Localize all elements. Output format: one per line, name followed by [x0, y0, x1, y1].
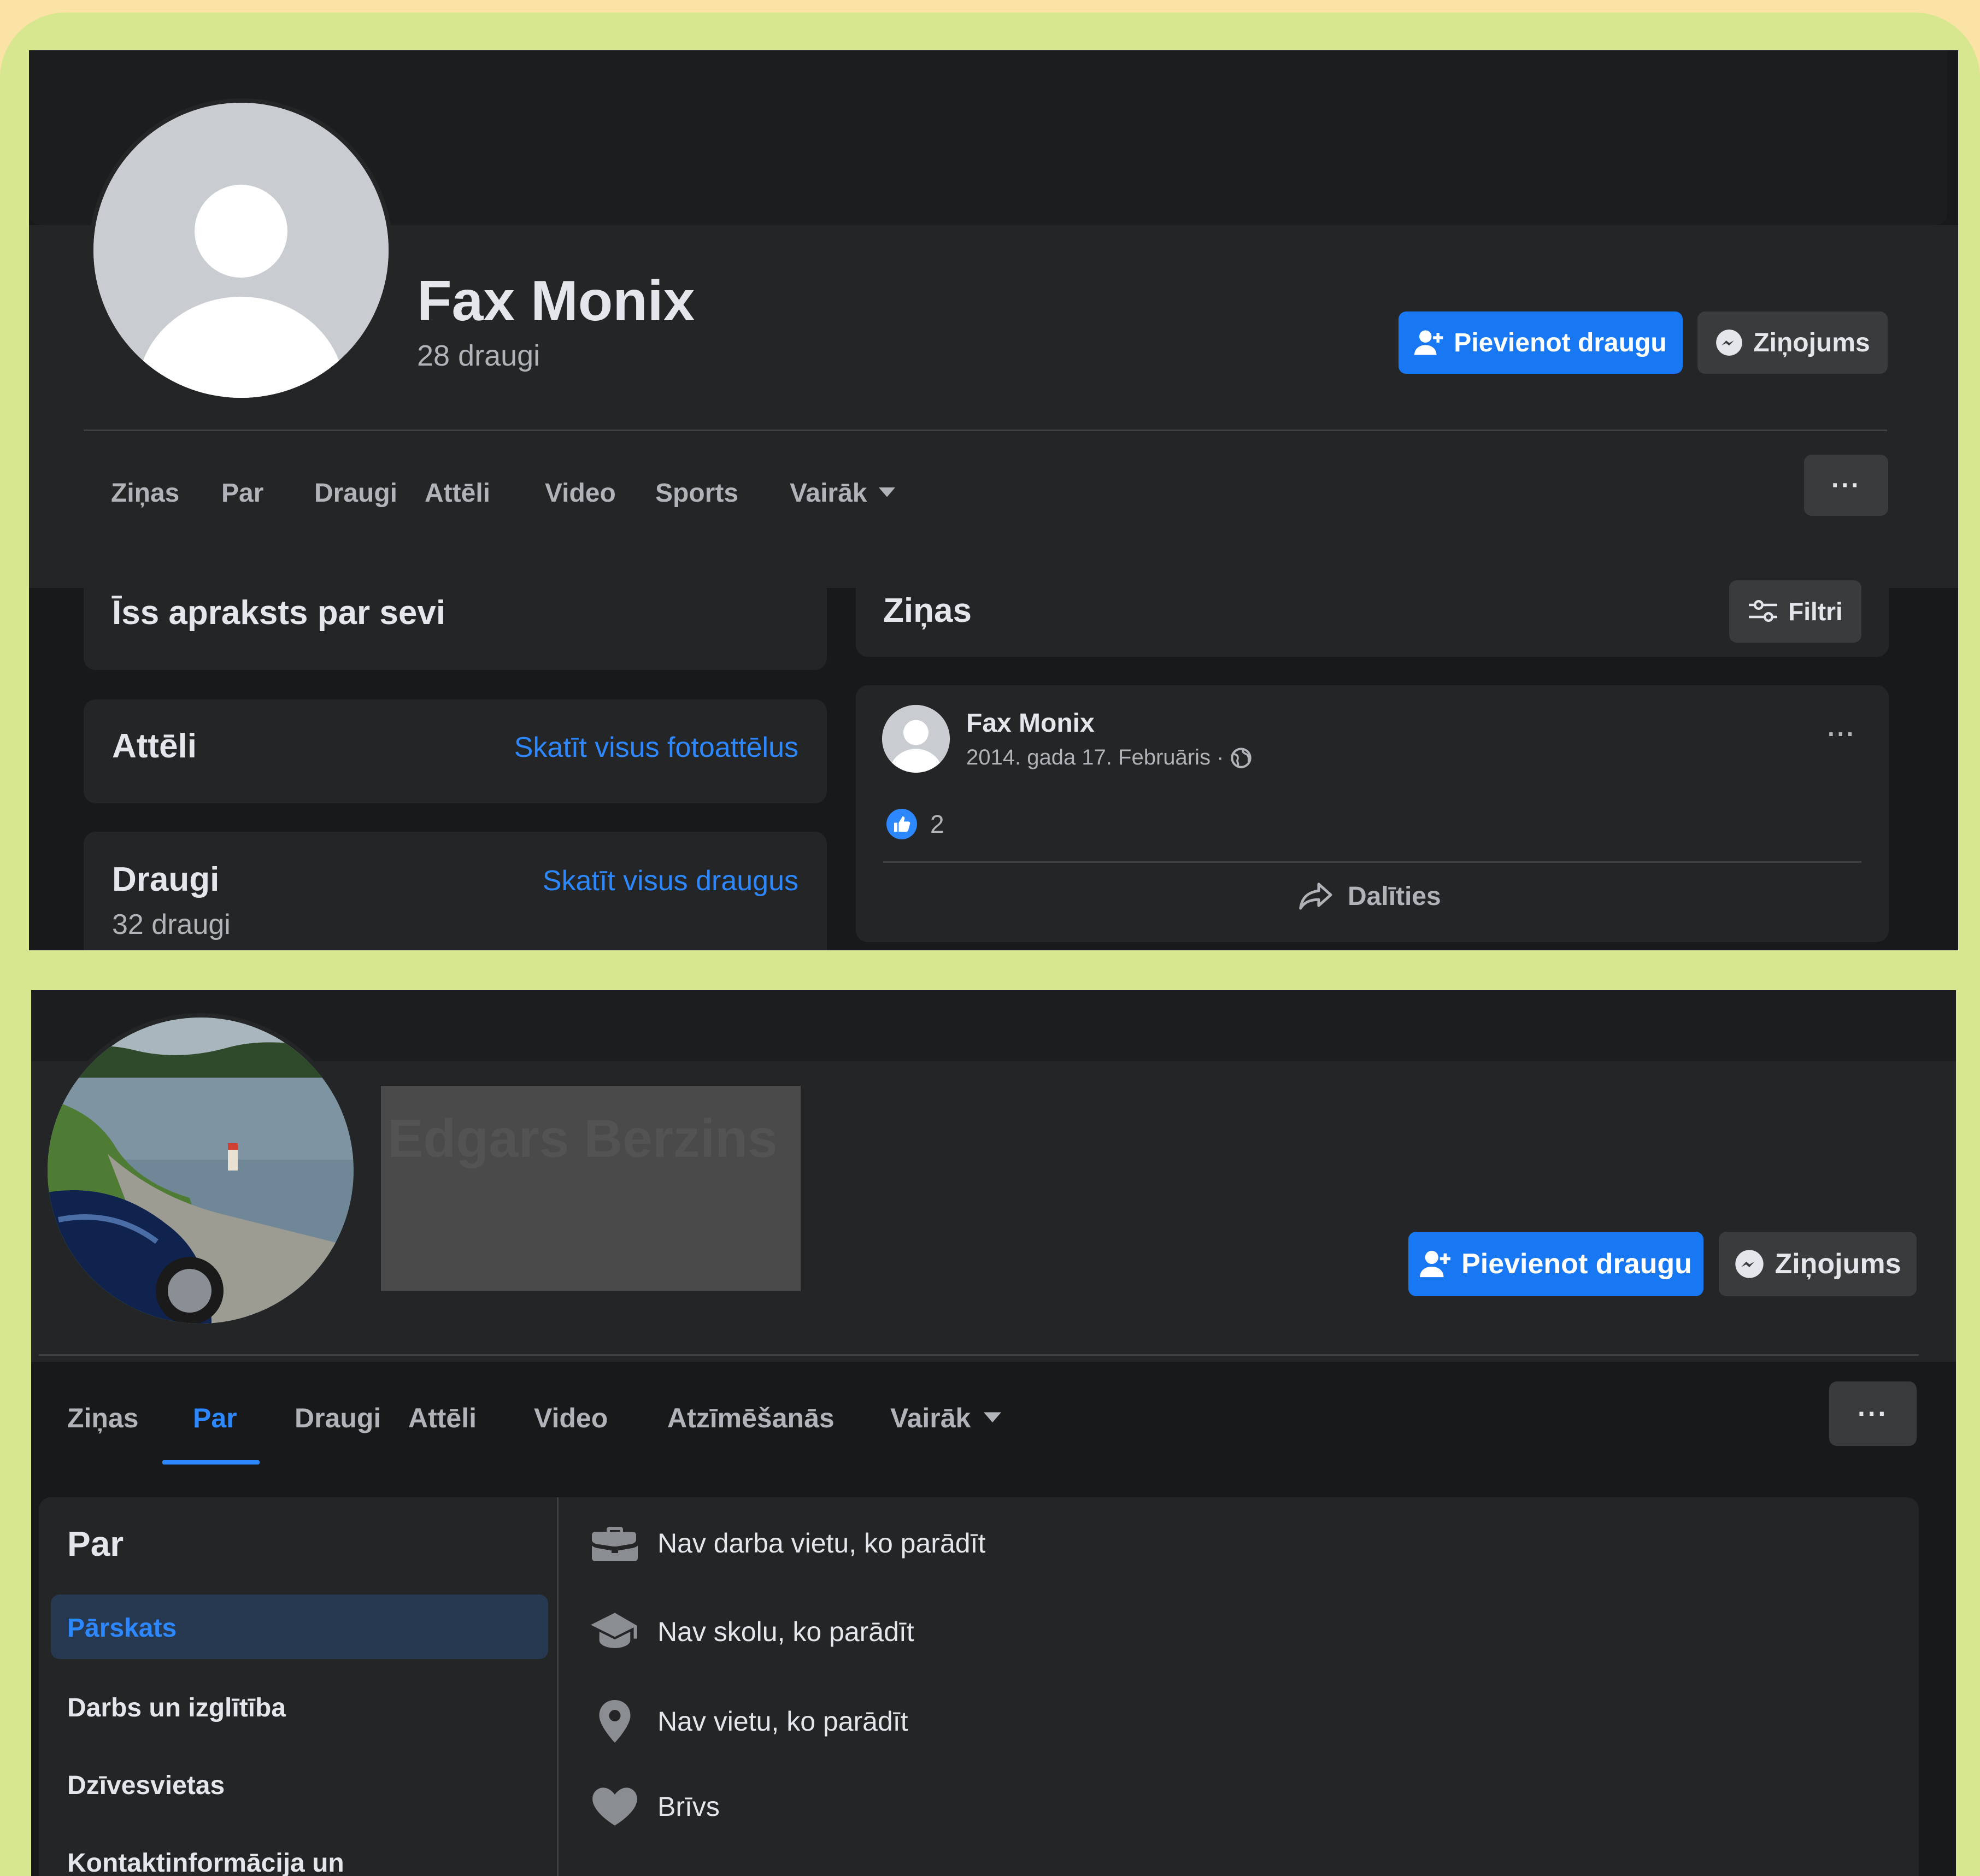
about-row-school-text: Nav skolu, ko parādīt — [657, 1616, 914, 1647]
likes-count: 2 — [930, 810, 944, 838]
see-all-friends-link[interactable]: Skatīt visus draugus — [543, 865, 798, 897]
post-author-avatar[interactable] — [882, 705, 950, 773]
add-friend-label: Pievienot draugu — [1454, 328, 1667, 357]
more-options-icon: ··· — [1858, 1398, 1888, 1429]
redacted-name-block: Edgars Berzins — [381, 1086, 801, 1291]
photos-card: Attēli Skatīt visus fotoattēlus — [84, 699, 827, 803]
friends-count[interactable]: 28 draugi — [417, 339, 540, 373]
tab-video[interactable]: Video — [534, 1402, 610, 1434]
tab-vairak-label: Vairāk — [790, 478, 867, 508]
post-more-icon[interactable]: ··· — [1828, 719, 1856, 749]
about-row-work: Nav darba vietu, ko parādīt — [591, 1524, 985, 1563]
post-card: Fax Monix 2014. gada 17. Februāris · ···… — [856, 685, 1889, 942]
tab-draugi[interactable]: Draugi — [314, 478, 397, 508]
profile-tabs: Ziņas Par Draugi Attēli Video Sports Vai… — [111, 466, 896, 520]
profile-photo-landscape — [48, 1018, 354, 1324]
tab-atzimesanas[interactable]: Atzīmēšanās — [667, 1402, 835, 1434]
active-tab-indicator — [162, 1460, 260, 1465]
posts-title: Ziņas — [883, 592, 972, 630]
about-row-places: Nav vietu, ko parādīt — [591, 1698, 908, 1744]
message-label: Ziņojums — [1753, 328, 1870, 357]
about-column-divider — [557, 1497, 559, 1876]
more-options-button[interactable]: ··· — [1804, 455, 1888, 516]
more-options-button[interactable]: ··· — [1829, 1381, 1917, 1446]
about-row-relationship-text: Brīvs — [657, 1791, 720, 1822]
about-title: Par — [67, 1524, 124, 1563]
tab-sports[interactable]: Sports — [655, 478, 738, 508]
about-row-school: Nav skolu, ko parādīt — [591, 1611, 914, 1652]
tab-video[interactable]: Video — [545, 478, 616, 508]
about-nav-places[interactable]: Dzīvesvietas — [67, 1771, 225, 1801]
header-divider — [84, 430, 1887, 431]
graduation-cap-icon — [591, 1613, 637, 1648]
profile-avatar[interactable] — [89, 98, 393, 402]
about-row-places-text: Nav vietu, ko parādīt — [657, 1706, 908, 1737]
about-row-relationship: Brīvs — [591, 1786, 720, 1827]
posts-header-card: Ziņas Filtri — [856, 566, 1889, 657]
profile-tabs: Ziņas Par Draugi Attēli Video Atzīmēšanā… — [67, 1383, 1002, 1454]
tab-vairak[interactable]: Vairāk — [890, 1402, 1002, 1434]
post-meta: 2014. gada 17. Februāris · — [966, 745, 1252, 770]
photos-title: Attēli — [112, 727, 197, 765]
tab-par[interactable]: Par — [221, 478, 263, 508]
share-button[interactable]: Dalīties — [1299, 881, 1441, 911]
profile-panel-1: Fax Monix 28 draugi Pievienot draugu Ziņ… — [29, 50, 1958, 950]
profile-avatar[interactable] — [43, 1013, 358, 1328]
more-options-icon: ··· — [1831, 471, 1861, 500]
tab-vairak-label: Vairāk — [890, 1403, 971, 1433]
tab-vairak[interactable]: Vairāk — [790, 478, 896, 508]
friends-card-count: 32 draugi — [112, 909, 231, 940]
add-user-icon — [1414, 330, 1443, 355]
post-divider — [883, 861, 1861, 863]
post-date[interactable]: 2014. gada 17. Februāris · — [966, 745, 1224, 770]
profile-panel-2: Edgars Berzins Pievienot draugu Ziņojums… — [31, 990, 1956, 1876]
about-card: Par Pārskats Darbs un izglītība Dzīvesvi… — [39, 1497, 1919, 1876]
heart-icon — [592, 1787, 637, 1826]
add-friend-label: Pievienot draugu — [1461, 1248, 1692, 1280]
location-pin-icon — [599, 1700, 631, 1743]
header-divider — [39, 1354, 1919, 1356]
tab-atteli[interactable]: Attēli — [425, 478, 490, 508]
reactions-summary[interactable]: 2 — [886, 809, 944, 839]
cover-photo — [31, 990, 1956, 1061]
about-nav-overview[interactable]: Pārskats — [51, 1595, 548, 1659]
message-button[interactable]: Ziņojums — [1697, 311, 1888, 374]
caret-down-icon — [879, 487, 896, 497]
friends-title: Draugi — [112, 861, 220, 898]
default-avatar-icon — [93, 103, 389, 398]
share-label: Dalīties — [1348, 881, 1441, 911]
message-button[interactable]: Ziņojums — [1719, 1232, 1917, 1296]
tab-draugi[interactable]: Draugi — [295, 1402, 381, 1434]
profile-name: Fax Monix — [417, 269, 695, 333]
filters-button[interactable]: Filtri — [1729, 580, 1861, 643]
post-author[interactable]: Fax Monix — [966, 708, 1095, 738]
tab-zinas[interactable]: Ziņas — [111, 478, 179, 508]
messenger-icon — [1735, 1250, 1764, 1278]
intro-card: Īss apraksts par sevi — [84, 566, 827, 670]
intro-title: Īss apraksts par sevi — [112, 594, 446, 632]
tab-atteli[interactable]: Attēli — [408, 1402, 477, 1434]
about-nav-work-education[interactable]: Darbs un izglītība — [67, 1693, 286, 1723]
briefcase-icon — [592, 1527, 638, 1561]
see-all-photos-link[interactable]: Skatīt visus fotoattēlus — [514, 731, 798, 764]
about-nav-overview-label: Pārskats — [67, 1614, 177, 1643]
about-row-work-text: Nav darba vietu, ko parādīt — [657, 1528, 986, 1559]
filters-label: Filtri — [1788, 597, 1843, 626]
add-friend-button[interactable]: Pievienot draugu — [1399, 311, 1683, 374]
like-icon — [886, 809, 917, 839]
tab-zinas[interactable]: Ziņas — [67, 1402, 139, 1434]
default-avatar-icon — [882, 705, 950, 773]
message-label: Ziņojums — [1775, 1248, 1901, 1280]
globe-icon — [1231, 747, 1252, 768]
friends-card: Draugi Skatīt visus draugus 32 draugi — [84, 832, 827, 950]
messenger-icon — [1716, 330, 1743, 356]
profile-name-redacted: Edgars Berzins — [387, 1108, 778, 1168]
add-user-icon — [1420, 1250, 1451, 1278]
add-friend-button[interactable]: Pievienot draugu — [1408, 1232, 1703, 1296]
share-icon — [1299, 883, 1332, 910]
tab-par[interactable]: Par — [193, 1402, 237, 1434]
about-nav-contact-info[interactable]: Kontaktinformācija un — [67, 1848, 344, 1876]
sliders-icon — [1749, 599, 1778, 622]
caret-down-icon — [984, 1412, 1002, 1422]
